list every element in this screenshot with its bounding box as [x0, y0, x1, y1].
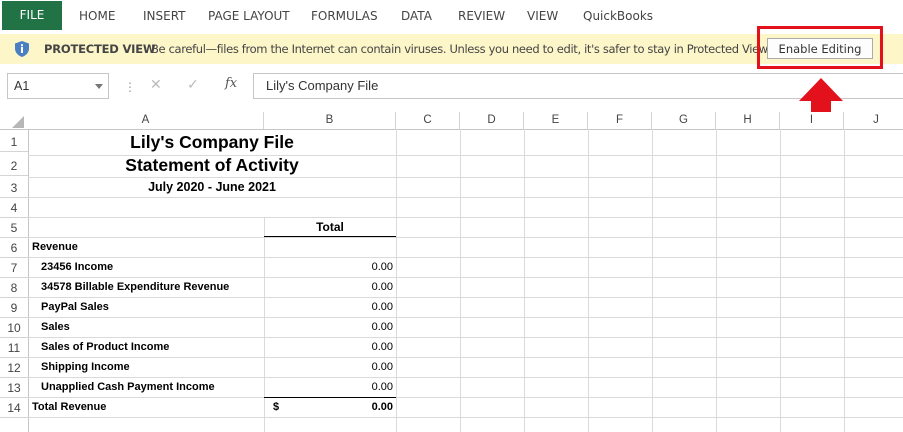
gridline	[28, 257, 903, 258]
insert-function-icon[interactable]: fx	[225, 76, 237, 91]
row-header-3[interactable]: 3	[0, 178, 28, 198]
gridline	[28, 357, 903, 358]
gridline	[524, 129, 525, 432]
tab-formulas[interactable]: FORMULAS	[311, 0, 378, 32]
column-header-e[interactable]: E	[524, 112, 588, 129]
protected-view-message: Be careful—files from the Internet can c…	[151, 42, 771, 56]
table-row-value[interactable]: 0.00	[264, 261, 393, 273]
table-row-label[interactable]: Sales of Product Income	[41, 341, 169, 353]
formula-bar-grip: ⋮	[124, 80, 136, 94]
tab-review[interactable]: REVIEW	[458, 0, 505, 32]
gridline	[28, 177, 903, 178]
column-header-f[interactable]: F	[588, 112, 652, 129]
tab-home[interactable]: HOME	[79, 0, 115, 32]
table-row-label[interactable]: PayPal Sales	[41, 301, 109, 313]
column-header-d[interactable]: D	[460, 112, 524, 129]
cancel-icon[interactable]: ✕	[150, 76, 162, 93]
gridline	[28, 297, 903, 298]
row-header-14[interactable]: 14	[0, 398, 28, 418]
shield-icon	[15, 41, 29, 57]
revenue-label[interactable]: Revenue	[32, 241, 78, 253]
highlight-box	[757, 26, 883, 69]
confirm-icon[interactable]: ✓	[187, 76, 199, 93]
tab-quickbooks[interactable]: QuickBooks	[583, 0, 653, 32]
total-topline	[264, 397, 396, 398]
tab-insert[interactable]: INSERT	[143, 0, 186, 32]
header-underline	[264, 236, 396, 237]
report-period[interactable]: July 2020 - June 2021	[28, 180, 396, 194]
gridline	[28, 397, 903, 398]
row-header-5[interactable]: 5	[0, 218, 28, 238]
table-row-label[interactable]: 34578 Billable Expenditure Revenue	[41, 281, 229, 293]
table-row-value[interactable]: 0.00	[264, 381, 393, 393]
gridline	[716, 129, 717, 432]
gridline	[588, 129, 589, 432]
gridline	[780, 129, 781, 432]
total-column-header[interactable]: Total	[264, 220, 396, 234]
table-row-label[interactable]: 23456 Income	[41, 261, 113, 273]
table-row-label[interactable]: Shipping Income	[41, 361, 130, 373]
table-row-value[interactable]: 0.00	[264, 301, 393, 313]
gridline	[28, 217, 903, 218]
row-header-11[interactable]: 11	[0, 338, 28, 358]
total-revenue-value[interactable]: 0.00	[264, 401, 393, 413]
report-company-title[interactable]: Lily's Company File	[28, 132, 396, 153]
header-divider	[0, 129, 903, 130]
protected-view-title: PROTECTED VIEW	[44, 42, 156, 56]
tab-data[interactable]: DATA	[401, 0, 432, 32]
column-header-i[interactable]: I	[780, 112, 844, 129]
row-header-7[interactable]: 7	[0, 258, 28, 278]
row-header-8[interactable]: 8	[0, 278, 28, 298]
gridline	[28, 377, 903, 378]
row-header-9[interactable]: 9	[0, 298, 28, 318]
gridline	[28, 317, 903, 318]
column-header-b[interactable]: B	[264, 112, 396, 129]
table-row-value[interactable]: 0.00	[264, 321, 393, 333]
row-header-4[interactable]: 4	[0, 198, 28, 218]
gridline	[844, 129, 845, 432]
row-header-1[interactable]: 1	[0, 132, 28, 152]
chevron-down-icon[interactable]	[95, 84, 103, 89]
table-row-label[interactable]: Sales	[41, 321, 70, 333]
tab-page-layout[interactable]: PAGE LAYOUT	[208, 0, 290, 32]
gridline	[28, 417, 903, 418]
gridline	[28, 337, 903, 338]
column-header-g[interactable]: G	[652, 112, 716, 129]
gridline	[396, 129, 397, 432]
select-all-icon[interactable]	[12, 116, 24, 128]
column-header-h[interactable]: H	[716, 112, 780, 129]
table-row-value[interactable]: 0.00	[264, 361, 393, 373]
gridline	[28, 197, 903, 198]
tab-view[interactable]: VIEW	[527, 0, 558, 32]
row-header-6[interactable]: 6	[0, 238, 28, 258]
total-revenue-label[interactable]: Total Revenue	[32, 401, 106, 413]
row-header-2[interactable]: 2	[0, 156, 28, 176]
report-title[interactable]: Statement of Activity	[28, 155, 396, 176]
column-header-c[interactable]: C	[396, 112, 460, 129]
row-header-12[interactable]: 12	[0, 358, 28, 378]
gridline	[28, 277, 903, 278]
row-header-10[interactable]: 10	[0, 318, 28, 338]
name-box[interactable]: A1	[7, 73, 109, 99]
row-header-13[interactable]: 13	[0, 378, 28, 398]
column-header-a[interactable]: A	[28, 112, 264, 129]
table-row-label[interactable]: Unapplied Cash Payment Income	[41, 381, 215, 393]
table-row-value[interactable]: 0.00	[264, 281, 393, 293]
tab-file[interactable]: FILE	[2, 1, 62, 30]
gridline	[652, 129, 653, 432]
spreadsheet-grid[interactable]: A B C D E F G H I J 1 2 3 4 5 6 7 8 9 10…	[0, 112, 903, 432]
name-box-value: A1	[14, 79, 30, 93]
gridline	[460, 129, 461, 432]
table-row-value[interactable]: 0.00	[264, 341, 393, 353]
column-header-j[interactable]: J	[844, 112, 903, 129]
formula-bar: A1 ⋮ ✕ ✓ fx Lily's Company File	[0, 72, 903, 104]
gridline	[28, 237, 903, 238]
